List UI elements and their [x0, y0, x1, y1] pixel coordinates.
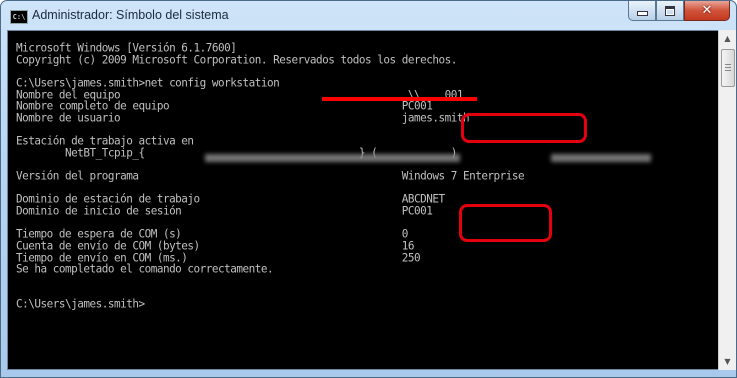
maximize-button[interactable] [656, 1, 684, 21]
cmd-icon[interactable]: C:\ [10, 10, 28, 24]
scroll-up-arrow-icon[interactable]: ▲ [719, 30, 736, 47]
close-icon: ✕ [701, 3, 713, 18]
console-line: Nombre de usuario james.smith [16, 110, 470, 125]
username-highlight [461, 113, 587, 143]
vertical-scrollbar[interactable]: ▲ ▼ [718, 30, 736, 370]
blurred-mac [551, 154, 651, 162]
grip-icon [725, 64, 731, 71]
close-button[interactable]: ✕ [684, 1, 730, 21]
console-line: Se ha completado el comando correctament… [16, 262, 274, 277]
scrollbar-thumb[interactable] [721, 49, 735, 87]
window-controls: ✕ [628, 1, 730, 21]
domain-highlight [459, 204, 552, 242]
minimize-icon [636, 11, 648, 16]
blurred-guid [205, 154, 460, 162]
redaction-bar [322, 97, 477, 101]
maximize-icon [665, 5, 675, 16]
console-line: Copyright (c) 2009 Microsoft Corporation… [16, 52, 457, 67]
console-output[interactable]: Microsoft Windows [Versión 6.1.7600] Copy… [7, 30, 719, 370]
console-line: Versión del programa Windows 7 Enterpris… [16, 169, 525, 184]
console-line: Dominio de inicio de sesión PC001 [16, 204, 433, 219]
title-bar[interactable]: C:\ Administrador: Símbolo del sistema ✕ [1, 1, 736, 31]
console-line: C:\Users\james.smith> [16, 297, 145, 312]
scroll-down-arrow-icon[interactable]: ▼ [719, 353, 736, 370]
window-title: Administrador: Símbolo del sistema [32, 8, 229, 22]
minimize-button[interactable] [628, 1, 656, 21]
